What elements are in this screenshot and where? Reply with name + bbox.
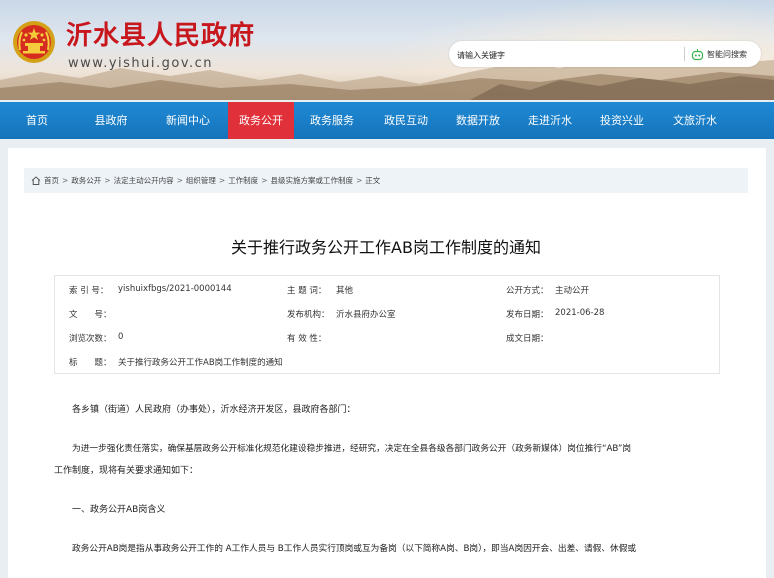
site-url: www.yishui.gov.cn (68, 56, 214, 71)
meta-views-label: 浏览次数： (69, 334, 112, 344)
breadcrumb-separator: > (104, 176, 111, 185)
nav-item-government-services[interactable]: 政务服务 (294, 102, 370, 139)
meta-publisher-label: 发布机构： (287, 310, 330, 320)
article-intro-line1: 为进一步强化责任落实，确保基层政务公开标准化规范化建设稳步推进，经研究，决定在全… (72, 444, 632, 454)
meta-disclosure-label: 公开方式： (506, 286, 549, 296)
ai-search-label: 智能问搜索 (707, 49, 747, 59)
article-greeting: 各乡镇（街道）人民政府（办事处），沂水经济开发区，县政府各部门： (72, 405, 356, 415)
nav-item-county-government[interactable]: 县政府 (74, 102, 148, 139)
search-input[interactable] (455, 44, 684, 66)
meta-index-value: yishuixfbgs/2021-0000144 (118, 284, 232, 294)
nav-item-home[interactable]: 首页 (0, 102, 74, 139)
nav-item-public-interaction[interactable]: 政民互动 (370, 102, 442, 139)
meta-publish-date-label: 发布日期： (506, 310, 549, 320)
site-title: 沂水县人民政府 (66, 21, 256, 51)
robot-icon (691, 48, 704, 60)
main-nav: 首页 县政府 新闻中心 政务公开 政务服务 政民互动 数据开放 走进沂水 投资兴… (0, 102, 774, 139)
nav-item-news-center[interactable]: 新闻中心 (148, 102, 228, 139)
article-section-heading: 一、政务公开AB岗含义 (72, 505, 166, 515)
national-emblem-icon (13, 21, 55, 63)
breadcrumb-government-affairs[interactable]: 政务公开 (71, 175, 101, 186)
search-divider (684, 47, 685, 61)
breadcrumb-statutory-disclosure[interactable]: 法定主动公开内容 (114, 175, 174, 186)
breadcrumb-current: 正文 (365, 176, 381, 185)
article-title: 关于推行政务公开工作AB岗工作制度的通知 (231, 238, 541, 257)
nav-item-culture-tourism[interactable]: 文旅沂水 (658, 102, 732, 139)
meta-publisher-value: 沂水县府办公室 (336, 310, 396, 320)
meta-subject-value: 其他 (336, 286, 354, 296)
breadcrumb-separator: > (62, 176, 69, 185)
meta-index-label: 索 引 号： (69, 286, 109, 296)
nav-item-open-data[interactable]: 数据开放 (442, 102, 514, 139)
meta-created-label: 成文日期： (506, 334, 549, 344)
nav-item-investment[interactable]: 投资兴业 (586, 102, 658, 139)
breadcrumb-separator: > (355, 176, 363, 185)
breadcrumb-separator: > (261, 176, 268, 185)
breadcrumb-work-system[interactable]: 工作制度 (228, 175, 258, 186)
meta-publish-date-value: 2021-06-28 (555, 308, 605, 318)
breadcrumb: 首页 > 政务公开 > 法定主动公开内容 > 组织管理 > 工作制度 > 县级实… (24, 168, 748, 193)
ai-search-button[interactable]: 智能问搜索 (691, 46, 747, 62)
breadcrumb-home[interactable]: 首页 (44, 175, 59, 186)
breadcrumb-organization[interactable]: 组织管理 (186, 175, 216, 186)
nav-item-government-affairs-disclosure[interactable]: 政务公开 (228, 102, 294, 139)
meta-doc-no-label: 文 号： (69, 310, 112, 320)
meta-views-value: 0 (118, 332, 124, 342)
breadcrumb-separator: > (176, 176, 183, 185)
meta-validity-label: 有 效 性： (287, 334, 327, 344)
meta-disclosure-value: 主动公开 (555, 286, 590, 296)
nav-item-about-yishui[interactable]: 走进沂水 (514, 102, 586, 139)
meta-heading-label: 标 题： (69, 358, 112, 368)
article-meta-table: 索 引 号： yishuixfbgs/2021-0000144 主 题 词： 其… (54, 275, 720, 374)
breadcrumb-separator: > (218, 176, 226, 185)
home-icon (31, 176, 41, 185)
meta-heading-value: 关于推行政务公开工作AB岗工作制度的通知 (118, 358, 283, 368)
meta-subject-label: 主 题 词： (287, 286, 327, 296)
site-header: 沂水县人民政府 www.yishui.gov.cn 智能问搜索 (0, 0, 774, 100)
article-section-text: 政务公开AB岗是指从事政务公开工作的 A工作人员与 B工作人员实行顶岗或互为备岗… (72, 544, 637, 554)
breadcrumb-county-plan[interactable]: 县级实施方案或工作制度 (270, 175, 353, 186)
article-intro-line2: 工作制度，现将有关要求通知如下： (54, 466, 199, 476)
